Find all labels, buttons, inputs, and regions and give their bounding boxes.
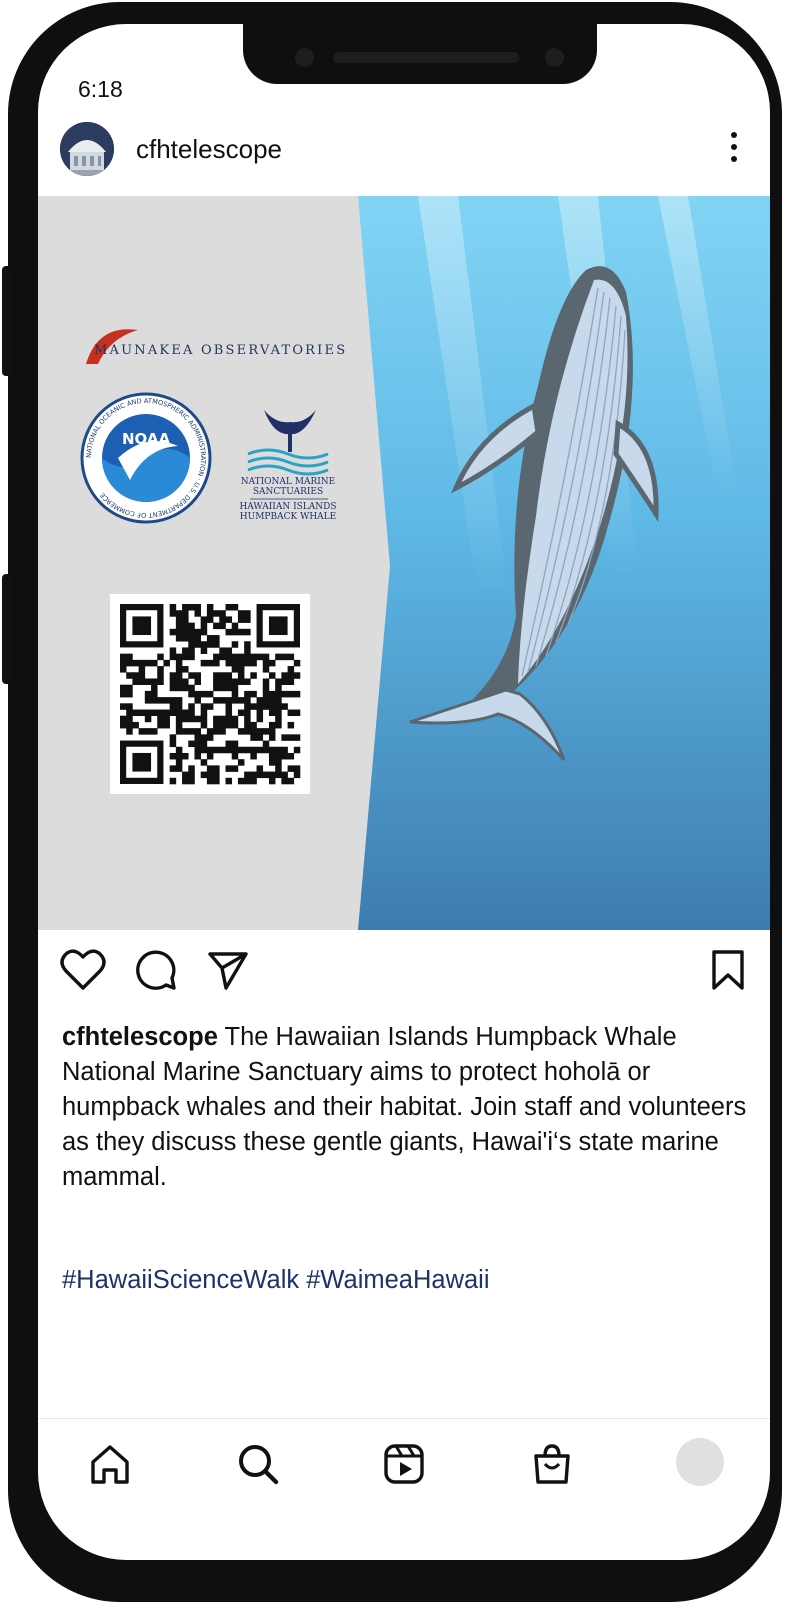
- svg-text:MAUNAKEA OBSERVATORIES: MAUNAKEA OBSERVATORIES: [94, 343, 347, 358]
- comment-icon[interactable]: [134, 948, 178, 992]
- qr-code: [110, 594, 310, 794]
- reels-icon[interactable]: [382, 1442, 426, 1486]
- post-hashtags[interactable]: #HawaiiScienceWalk #WaimeaHawaii: [62, 1266, 490, 1295]
- notch: [243, 24, 597, 84]
- caption-username[interactable]: cfhtelescope: [62, 1023, 218, 1051]
- avatar[interactable]: [60, 122, 114, 176]
- earpiece: [333, 52, 519, 63]
- phone-frame: 6:18 cfhtelescope MAUNAKEA OBSERVATORIES…: [2, 2, 782, 1602]
- svg-text:NOAA: NOAA: [122, 430, 171, 448]
- post-image-graphic: MAUNAKEA OBSERVATORIES NOAA NATIONAL OCE…: [38, 196, 770, 930]
- screen: 6:18 cfhtelescope MAUNAKEA OBSERVATORIES…: [38, 24, 770, 1560]
- post-image[interactable]: MAUNAKEA OBSERVATORIES NOAA NATIONAL OCE…: [38, 196, 770, 930]
- profile-avatar[interactable]: [676, 1438, 724, 1486]
- status-time: 6:18: [78, 76, 123, 102]
- volume-down-button: [2, 574, 12, 684]
- front-camera: [295, 48, 314, 67]
- observatory-avatar-image: [60, 122, 114, 176]
- post-actions: [38, 942, 770, 1002]
- post-header: cfhtelescope: [38, 122, 770, 182]
- bookmark-icon[interactable]: [710, 948, 746, 992]
- noaa-logo: NOAA NATIONAL OCEANIC AND ATMOSPHERIC AD…: [80, 392, 212, 524]
- svg-text:NATIONAL MARINE: NATIONAL MARINE: [241, 477, 336, 487]
- post-caption: cfhtelescope The Hawaiian Islands Humpba…: [62, 1020, 752, 1195]
- more-options-icon[interactable]: [730, 132, 738, 162]
- bottom-tab-bar: [38, 1424, 770, 1504]
- svg-text:HAWAIIAN ISLANDS: HAWAIIAN ISLANDS: [239, 502, 336, 512]
- post-username[interactable]: cfhtelescope: [136, 134, 282, 165]
- shop-icon[interactable]: [530, 1442, 574, 1486]
- heart-icon[interactable]: [60, 948, 106, 992]
- svg-text:HUMPBACK WHALE: HUMPBACK WHALE: [240, 512, 336, 522]
- home-icon[interactable]: [88, 1442, 132, 1486]
- svg-text:SANCTUARIES: SANCTUARIES: [253, 487, 323, 497]
- send-icon[interactable]: [206, 948, 250, 992]
- tabbar-divider: [38, 1418, 770, 1419]
- volume-up-button: [2, 266, 12, 376]
- sensor: [545, 48, 564, 67]
- search-icon[interactable]: [236, 1442, 280, 1486]
